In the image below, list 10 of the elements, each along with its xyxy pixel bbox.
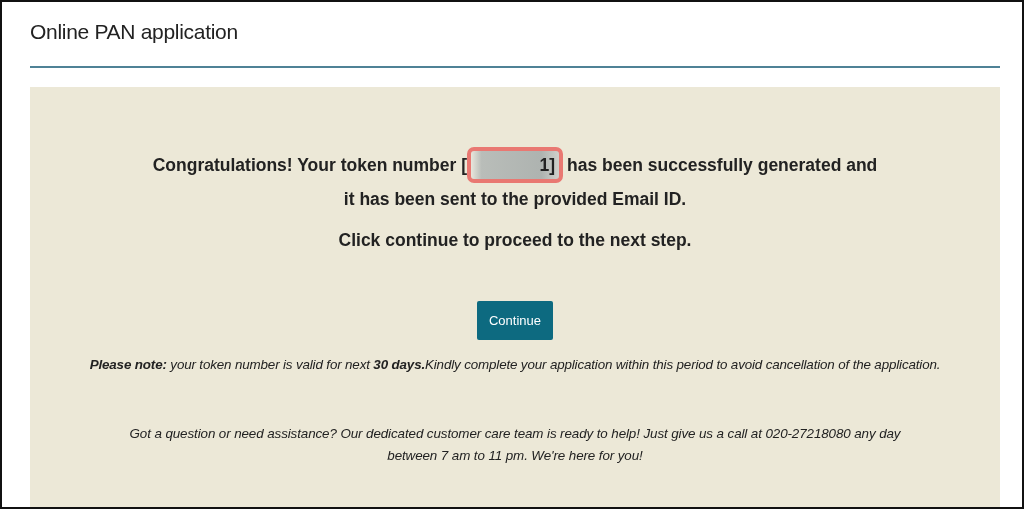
message-text: Congratulations! Your token number [ — [152, 153, 468, 177]
instruction-text: Click continue to proceed to the next step. — [338, 230, 692, 251]
validity-note: Please note: your token number is valid for next 30 days.Kindly complete your application within this period to avoid cancellation of the application. — [89, 357, 941, 372]
help-text: Got a question or need assistance? Our dedicated customer care team is ready to help! Just give us a call at 020-27218080 any day — [129, 425, 901, 443]
continue-button[interactable]: Continue — [477, 301, 553, 340]
page-title: Online PAN application — [30, 20, 239, 44]
message-text: has been successfully generated and — [567, 153, 878, 177]
help-text: between 7 am to 11 pm. We're here for you! — [387, 447, 643, 465]
redacted-token: 1] — [467, 147, 564, 183]
message-text: it has been sent to the provided Email ID. — [343, 188, 687, 211]
